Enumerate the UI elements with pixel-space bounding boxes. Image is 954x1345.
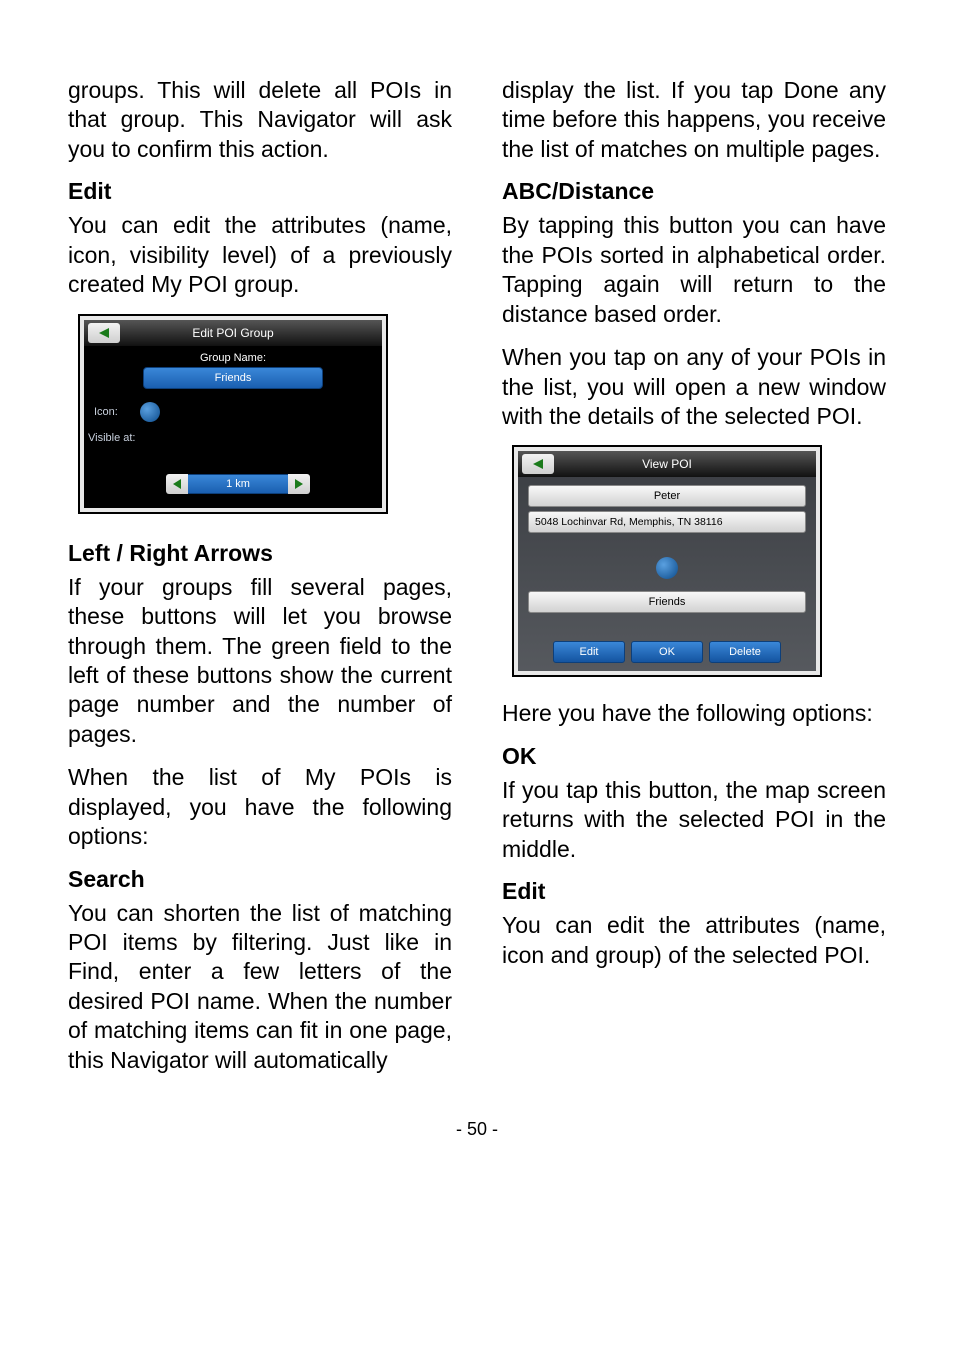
back-button[interactable] bbox=[522, 454, 554, 474]
para: If your groups fill several pages, these… bbox=[68, 573, 452, 750]
delete-button[interactable]: Delete bbox=[709, 641, 781, 663]
titlebar: Edit POI Group bbox=[84, 320, 382, 346]
para: You can edit the attributes (name, icon … bbox=[502, 911, 886, 970]
heading-arrows: Left / Right Arrows bbox=[68, 540, 452, 567]
title-text: View POI bbox=[642, 457, 692, 471]
poi-icon bbox=[656, 557, 678, 579]
poi-icon[interactable] bbox=[140, 402, 160, 422]
distance-prev-button[interactable] bbox=[166, 474, 188, 494]
visible-at-label: Visible at: bbox=[88, 432, 136, 444]
para: display the list. If you tap Done any ti… bbox=[502, 76, 886, 164]
title-text: Edit POI Group bbox=[192, 326, 273, 340]
poi-name-field[interactable]: Peter bbox=[528, 485, 806, 507]
left-arrow-icon bbox=[173, 479, 181, 489]
para: You can edit the attributes (name, icon,… bbox=[68, 211, 452, 299]
left-column: groups. This will delete all POIs in tha… bbox=[68, 76, 452, 1089]
back-arrow-icon bbox=[533, 459, 543, 469]
para: By tapping this button you can have the … bbox=[502, 211, 886, 329]
poi-address-field[interactable]: 5048 Lochinvar Rd, Memphis, TN 38116 bbox=[528, 511, 806, 533]
para: You can shorten the list of matching POI… bbox=[68, 899, 452, 1076]
screenshot-view-poi: View POI Peter 5048 Lochinvar Rd, Memphi… bbox=[512, 445, 822, 677]
titlebar: View POI bbox=[518, 451, 816, 477]
distance-field[interactable]: 1 km bbox=[188, 474, 288, 494]
group-name-field[interactable]: Friends bbox=[143, 367, 323, 389]
para: Here you have the following options: bbox=[502, 699, 886, 728]
heading-search: Search bbox=[68, 866, 452, 893]
page-number: - 50 - bbox=[68, 1119, 886, 1140]
icon-label: Icon: bbox=[94, 406, 118, 418]
screenshot-edit-poi-group: Edit POI Group Group Name: Friends Icon:… bbox=[78, 314, 388, 514]
heading-ok: OK bbox=[502, 743, 886, 770]
group-name-label: Group Name: bbox=[84, 352, 382, 364]
para: groups. This will delete all POIs in tha… bbox=[68, 76, 452, 164]
para: When the list of My POIs is displayed, y… bbox=[68, 763, 452, 851]
heading-edit: Edit bbox=[68, 178, 452, 205]
right-arrow-icon bbox=[295, 479, 303, 489]
edit-button[interactable]: Edit bbox=[553, 641, 625, 663]
right-column: display the list. If you tap Done any ti… bbox=[502, 76, 886, 1089]
heading-abc-distance: ABC/Distance bbox=[502, 178, 886, 205]
back-arrow-icon bbox=[99, 328, 109, 338]
back-button[interactable] bbox=[88, 323, 120, 343]
para: When you tap on any of your POIs in the … bbox=[502, 343, 886, 431]
distance-next-button[interactable] bbox=[288, 474, 310, 494]
poi-group-field[interactable]: Friends bbox=[528, 591, 806, 613]
ok-button[interactable]: OK bbox=[631, 641, 703, 663]
heading-edit-2: Edit bbox=[502, 878, 886, 905]
para: If you tap this button, the map screen r… bbox=[502, 776, 886, 864]
